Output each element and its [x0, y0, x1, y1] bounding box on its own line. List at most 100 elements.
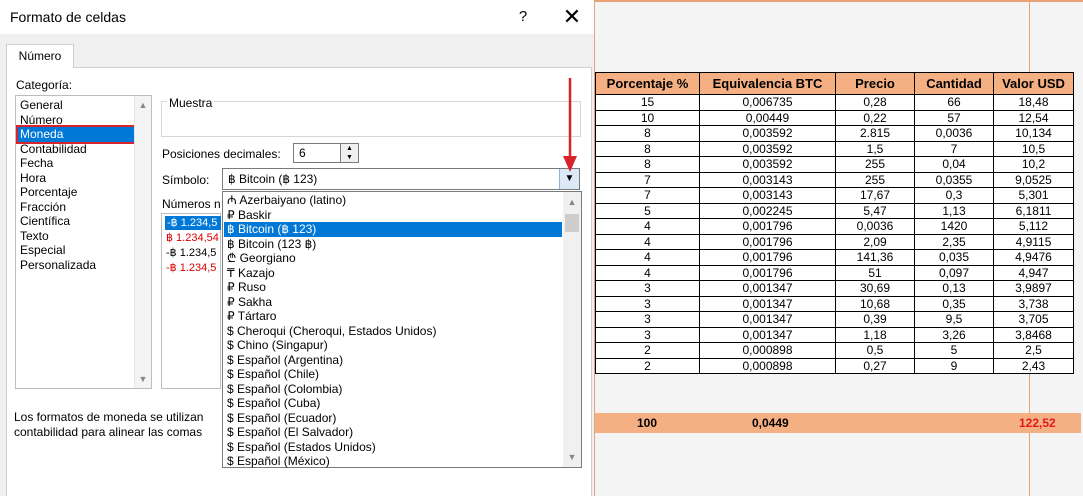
- table-cell[interactable]: 12,54: [993, 109, 1074, 126]
- total-usd[interactable]: 122,52: [1019, 416, 1056, 430]
- table-cell[interactable]: 10: [595, 109, 700, 126]
- table-cell[interactable]: 2,35: [914, 233, 994, 250]
- table-cell[interactable]: 0,003592: [699, 156, 836, 173]
- scroll-up-icon[interactable]: ▲: [135, 98, 151, 112]
- table-cell[interactable]: 0,001347: [699, 311, 836, 328]
- table-cell[interactable]: 2: [595, 342, 700, 359]
- table-cell[interactable]: 0,04: [914, 156, 994, 173]
- table-cell[interactable]: 1,13: [914, 202, 994, 219]
- table-cell[interactable]: 1420: [914, 218, 994, 235]
- symbol-option[interactable]: ฿ Bitcoin (123 ฿): [224, 237, 562, 252]
- stepper-up-icon[interactable]: ▲: [341, 144, 358, 153]
- table-cell[interactable]: 57: [914, 109, 994, 126]
- table-cell[interactable]: 6,1811: [993, 202, 1074, 219]
- table-cell[interactable]: 4: [595, 218, 700, 235]
- table-cell[interactable]: 0,001796: [699, 249, 836, 266]
- table-cell[interactable]: 0,000898: [699, 357, 836, 374]
- table-cell[interactable]: 3,8468: [993, 326, 1074, 343]
- category-list[interactable]: General Número Moneda Contabilidad Fecha…: [15, 95, 152, 389]
- category-item[interactable]: Fecha: [20, 156, 53, 171]
- table-cell[interactable]: 0,3: [914, 187, 994, 204]
- table-cell[interactable]: 18,48: [993, 94, 1074, 111]
- table-cell[interactable]: 2,09: [835, 233, 915, 250]
- table-cell[interactable]: 0,006735: [699, 94, 836, 111]
- negative-item[interactable]: -฿ 1.234,5: [166, 261, 222, 275]
- scroll-up-icon[interactable]: ▲: [564, 195, 580, 209]
- table-cell[interactable]: 0,003143: [699, 171, 836, 188]
- category-scrollbar[interactable]: ▲ ▼: [134, 96, 151, 388]
- category-item[interactable]: Científica: [20, 214, 70, 229]
- table-cell[interactable]: 255: [835, 156, 915, 173]
- table-cell[interactable]: 0,001347: [699, 280, 836, 297]
- table-cell[interactable]: 0,39: [835, 311, 915, 328]
- negative-item[interactable]: -฿ 1.234,5: [166, 246, 222, 260]
- symbol-option[interactable]: $ Español (Colombia): [224, 382, 562, 397]
- table-cell[interactable]: 3,705: [993, 311, 1074, 328]
- table-cell[interactable]: 4,947: [993, 264, 1074, 281]
- table-cell[interactable]: 9,0525: [993, 171, 1074, 188]
- table-cell[interactable]: 7: [595, 187, 700, 204]
- negative-item-selected[interactable]: -฿ 1.234,5: [165, 216, 221, 230]
- column-header[interactable]: Valor USD: [993, 72, 1074, 95]
- table-cell[interactable]: 7: [914, 140, 994, 157]
- table-cell[interactable]: 0,003592: [699, 125, 836, 142]
- table-cell[interactable]: 4: [595, 233, 700, 250]
- category-item[interactable]: General: [20, 98, 63, 113]
- table-cell[interactable]: 5: [914, 342, 994, 359]
- table-cell[interactable]: 15: [595, 94, 700, 111]
- table-cell[interactable]: 0,003143: [699, 187, 836, 204]
- scroll-down-icon[interactable]: ▼: [564, 450, 580, 464]
- symbol-option-selected[interactable]: ฿ Bitcoin (฿ 123): [224, 222, 562, 237]
- table-cell[interactable]: 3,738: [993, 295, 1074, 312]
- symbol-combobox[interactable]: ฿ Bitcoin (฿ 123) ▼: [222, 168, 580, 190]
- stepper-down-icon[interactable]: ▼: [341, 153, 358, 162]
- table-cell[interactable]: 66: [914, 94, 994, 111]
- category-item[interactable]: Especial: [20, 243, 65, 258]
- table-cell[interactable]: 10,134: [993, 125, 1074, 142]
- table-cell[interactable]: 0,001347: [699, 326, 836, 343]
- decimals-stepper[interactable]: ▲ ▼: [341, 143, 359, 163]
- table-cell[interactable]: 5,47: [835, 202, 915, 219]
- table-cell[interactable]: 17,67: [835, 187, 915, 204]
- table-cell[interactable]: 0,00449: [699, 109, 836, 126]
- table-cell[interactable]: 0,5: [835, 342, 915, 359]
- symbol-option[interactable]: ₾ Georgiano: [224, 251, 562, 266]
- table-cell[interactable]: 0,000898: [699, 342, 836, 359]
- category-item[interactable]: Contabilidad: [20, 142, 87, 157]
- table-cell[interactable]: 4: [595, 264, 700, 281]
- table-cell[interactable]: 10,68: [835, 295, 915, 312]
- negative-numbers-list[interactable]: -฿ 1.234,5 ฿ 1.234,54 -฿ 1.234,5 -฿ 1.23…: [161, 213, 221, 389]
- table-cell[interactable]: 0,035: [914, 249, 994, 266]
- table-cell[interactable]: 8: [595, 140, 700, 157]
- column-header[interactable]: Equivalencia BTC: [699, 72, 836, 95]
- table-cell[interactable]: 3: [595, 311, 700, 328]
- table-cell[interactable]: 9,5: [914, 311, 994, 328]
- table-cell[interactable]: 5: [595, 202, 700, 219]
- table-cell[interactable]: 8: [595, 125, 700, 142]
- table-cell[interactable]: 2: [595, 357, 700, 374]
- category-item-selected[interactable]: Moneda: [16, 125, 136, 144]
- category-item[interactable]: Número: [20, 113, 63, 128]
- column-header[interactable]: Porcentaje %: [595, 72, 700, 95]
- category-item[interactable]: Personalizada: [20, 258, 96, 273]
- table-cell[interactable]: 0,0355: [914, 171, 994, 188]
- table-cell[interactable]: 7: [595, 171, 700, 188]
- symbol-option[interactable]: ₽ Sakha: [224, 295, 562, 310]
- table-cell[interactable]: 0,001796: [699, 233, 836, 250]
- table-cell[interactable]: 2,43: [993, 357, 1074, 374]
- symbol-option[interactable]: ₸ Kazajo: [224, 266, 562, 281]
- symbol-option[interactable]: ₽ Baskir: [224, 208, 562, 223]
- table-cell[interactable]: 0,22: [835, 109, 915, 126]
- scroll-down-icon[interactable]: ▼: [135, 372, 151, 386]
- table-cell[interactable]: 10,5: [993, 140, 1074, 157]
- table-cell[interactable]: 8: [595, 156, 700, 173]
- table-cell[interactable]: 0,003592: [699, 140, 836, 157]
- column-header[interactable]: Precio: [835, 72, 915, 95]
- table-cell[interactable]: 1,18: [835, 326, 915, 343]
- table-cell[interactable]: 3: [595, 280, 700, 297]
- category-item[interactable]: Hora: [20, 171, 46, 186]
- table-cell[interactable]: 3,26: [914, 326, 994, 343]
- symbol-option[interactable]: $ Español (El Salvador): [224, 425, 562, 440]
- close-button[interactable]: ✕: [560, 6, 584, 28]
- table-cell[interactable]: 4,9115: [993, 233, 1074, 250]
